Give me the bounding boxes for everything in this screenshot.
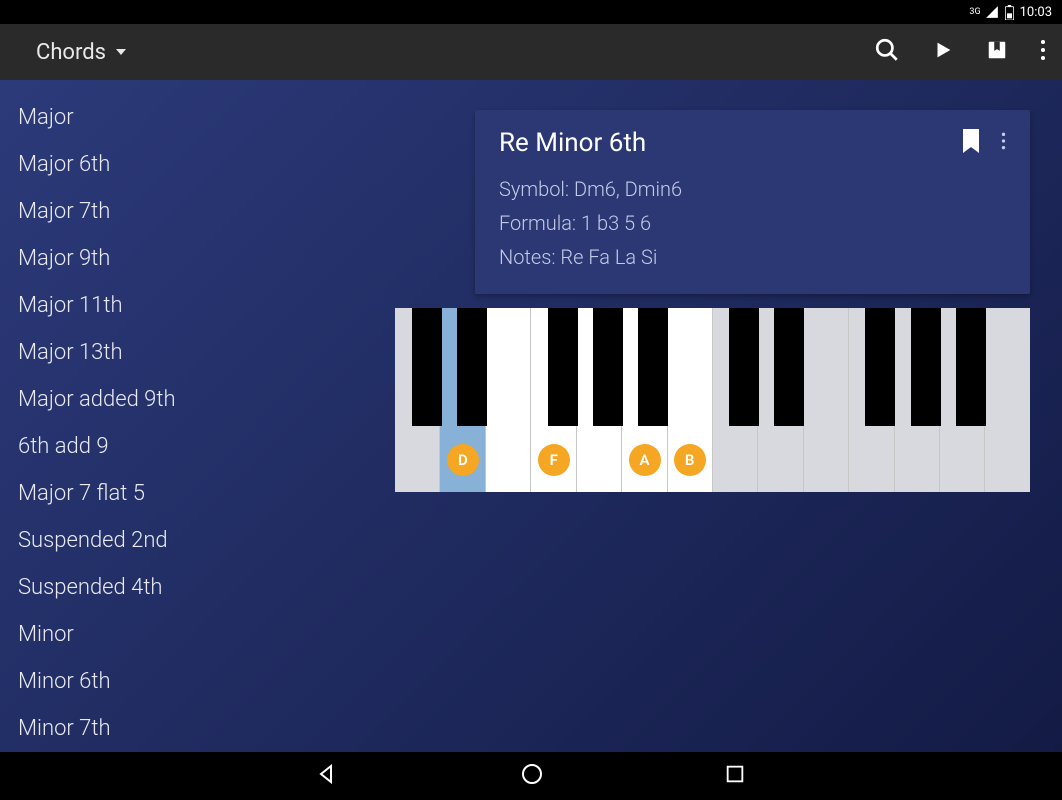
card-overflow-button[interactable] bbox=[1001, 131, 1006, 155]
white-key[interactable] bbox=[804, 308, 849, 492]
chord-info-card: Re Minor 6th Symbol: Dm6, Dmin6 Formula:… bbox=[475, 110, 1030, 294]
white-key[interactable] bbox=[940, 308, 985, 492]
sidebar-item[interactable]: Major added 9th bbox=[0, 376, 375, 423]
note-marker: D bbox=[447, 444, 479, 476]
white-key[interactable] bbox=[758, 308, 803, 492]
battery-icon bbox=[1005, 5, 1014, 20]
white-key[interactable] bbox=[895, 308, 940, 492]
white-key[interactable] bbox=[486, 308, 531, 492]
clock: 10:03 bbox=[1020, 5, 1052, 20]
more-vert-icon bbox=[1001, 131, 1006, 151]
sidebar-item[interactable]: Suspended 2nd bbox=[0, 517, 375, 564]
signal-icon bbox=[985, 5, 999, 19]
sidebar-item[interactable]: Minor 7th bbox=[0, 705, 375, 752]
home-icon bbox=[520, 762, 544, 786]
chord-name: Re Minor 6th bbox=[499, 128, 646, 158]
nav-home-button[interactable] bbox=[520, 762, 544, 790]
chevron-down-icon bbox=[116, 49, 126, 55]
sidebar-item[interactable]: Minor bbox=[0, 611, 375, 658]
app-bar: Chords bbox=[0, 24, 1062, 80]
sidebar-item[interactable]: Major 13th bbox=[0, 329, 375, 376]
piano-keyboard[interactable]: D F AB bbox=[395, 308, 1030, 492]
sidebar-item[interactable]: Major 7th bbox=[0, 188, 375, 235]
white-key[interactable] bbox=[985, 308, 1029, 492]
white-key[interactable] bbox=[849, 308, 894, 492]
sidebar-item[interactable]: Major bbox=[0, 94, 375, 141]
navigation-bar bbox=[0, 752, 1062, 800]
nav-recents-button[interactable] bbox=[724, 763, 746, 789]
app-title: Chords bbox=[36, 40, 106, 65]
search-icon bbox=[874, 37, 900, 63]
bookmarks-button[interactable] bbox=[986, 39, 1008, 65]
white-key[interactable] bbox=[577, 308, 622, 492]
chord-notes: Notes: Re Fa La Si bbox=[499, 240, 1006, 274]
white-key[interactable] bbox=[713, 308, 758, 492]
sidebar-item[interactable]: Minor 6th bbox=[0, 658, 375, 705]
more-vert-icon bbox=[1040, 39, 1046, 61]
white-key[interactable] bbox=[395, 308, 440, 492]
note-marker: B bbox=[674, 444, 706, 476]
search-button[interactable] bbox=[874, 37, 900, 67]
app-title-dropdown[interactable]: Chords bbox=[36, 40, 126, 65]
sidebar-item[interactable]: Major 11th bbox=[0, 282, 375, 329]
bookmark-button[interactable] bbox=[961, 129, 981, 157]
play-icon bbox=[932, 39, 954, 61]
chord-detail-pane: Re Minor 6th Symbol: Dm6, Dmin6 Formula:… bbox=[375, 80, 1062, 752]
bookmark-icon bbox=[961, 129, 981, 153]
sidebar-item[interactable]: Major 6th bbox=[0, 141, 375, 188]
overflow-button[interactable] bbox=[1040, 39, 1046, 65]
back-icon bbox=[316, 762, 340, 786]
status-bar: 3G 10:03 bbox=[0, 0, 1062, 24]
sidebar-item[interactable]: 6th add 9 bbox=[0, 423, 375, 470]
chord-symbol: Symbol: Dm6, Dmin6 bbox=[499, 172, 1006, 206]
bookmark-collection-icon bbox=[986, 39, 1008, 61]
recents-icon bbox=[724, 763, 746, 785]
note-marker: F bbox=[538, 444, 570, 476]
play-button[interactable] bbox=[932, 39, 954, 65]
chord-type-list[interactable]: MajorMajor 6thMajor 7thMajor 9thMajor 11… bbox=[0, 80, 375, 752]
sidebar-item[interactable]: Suspended 4th bbox=[0, 564, 375, 611]
chord-formula: Formula: 1 b3 5 6 bbox=[499, 206, 1006, 240]
nav-back-button[interactable] bbox=[316, 762, 340, 790]
main-content: MajorMajor 6thMajor 7thMajor 9thMajor 11… bbox=[0, 80, 1062, 752]
sidebar-item[interactable]: Major 7 flat 5 bbox=[0, 470, 375, 517]
network-indicator: 3G bbox=[969, 7, 980, 17]
note-marker: A bbox=[629, 444, 661, 476]
sidebar-item[interactable]: Major 9th bbox=[0, 235, 375, 282]
